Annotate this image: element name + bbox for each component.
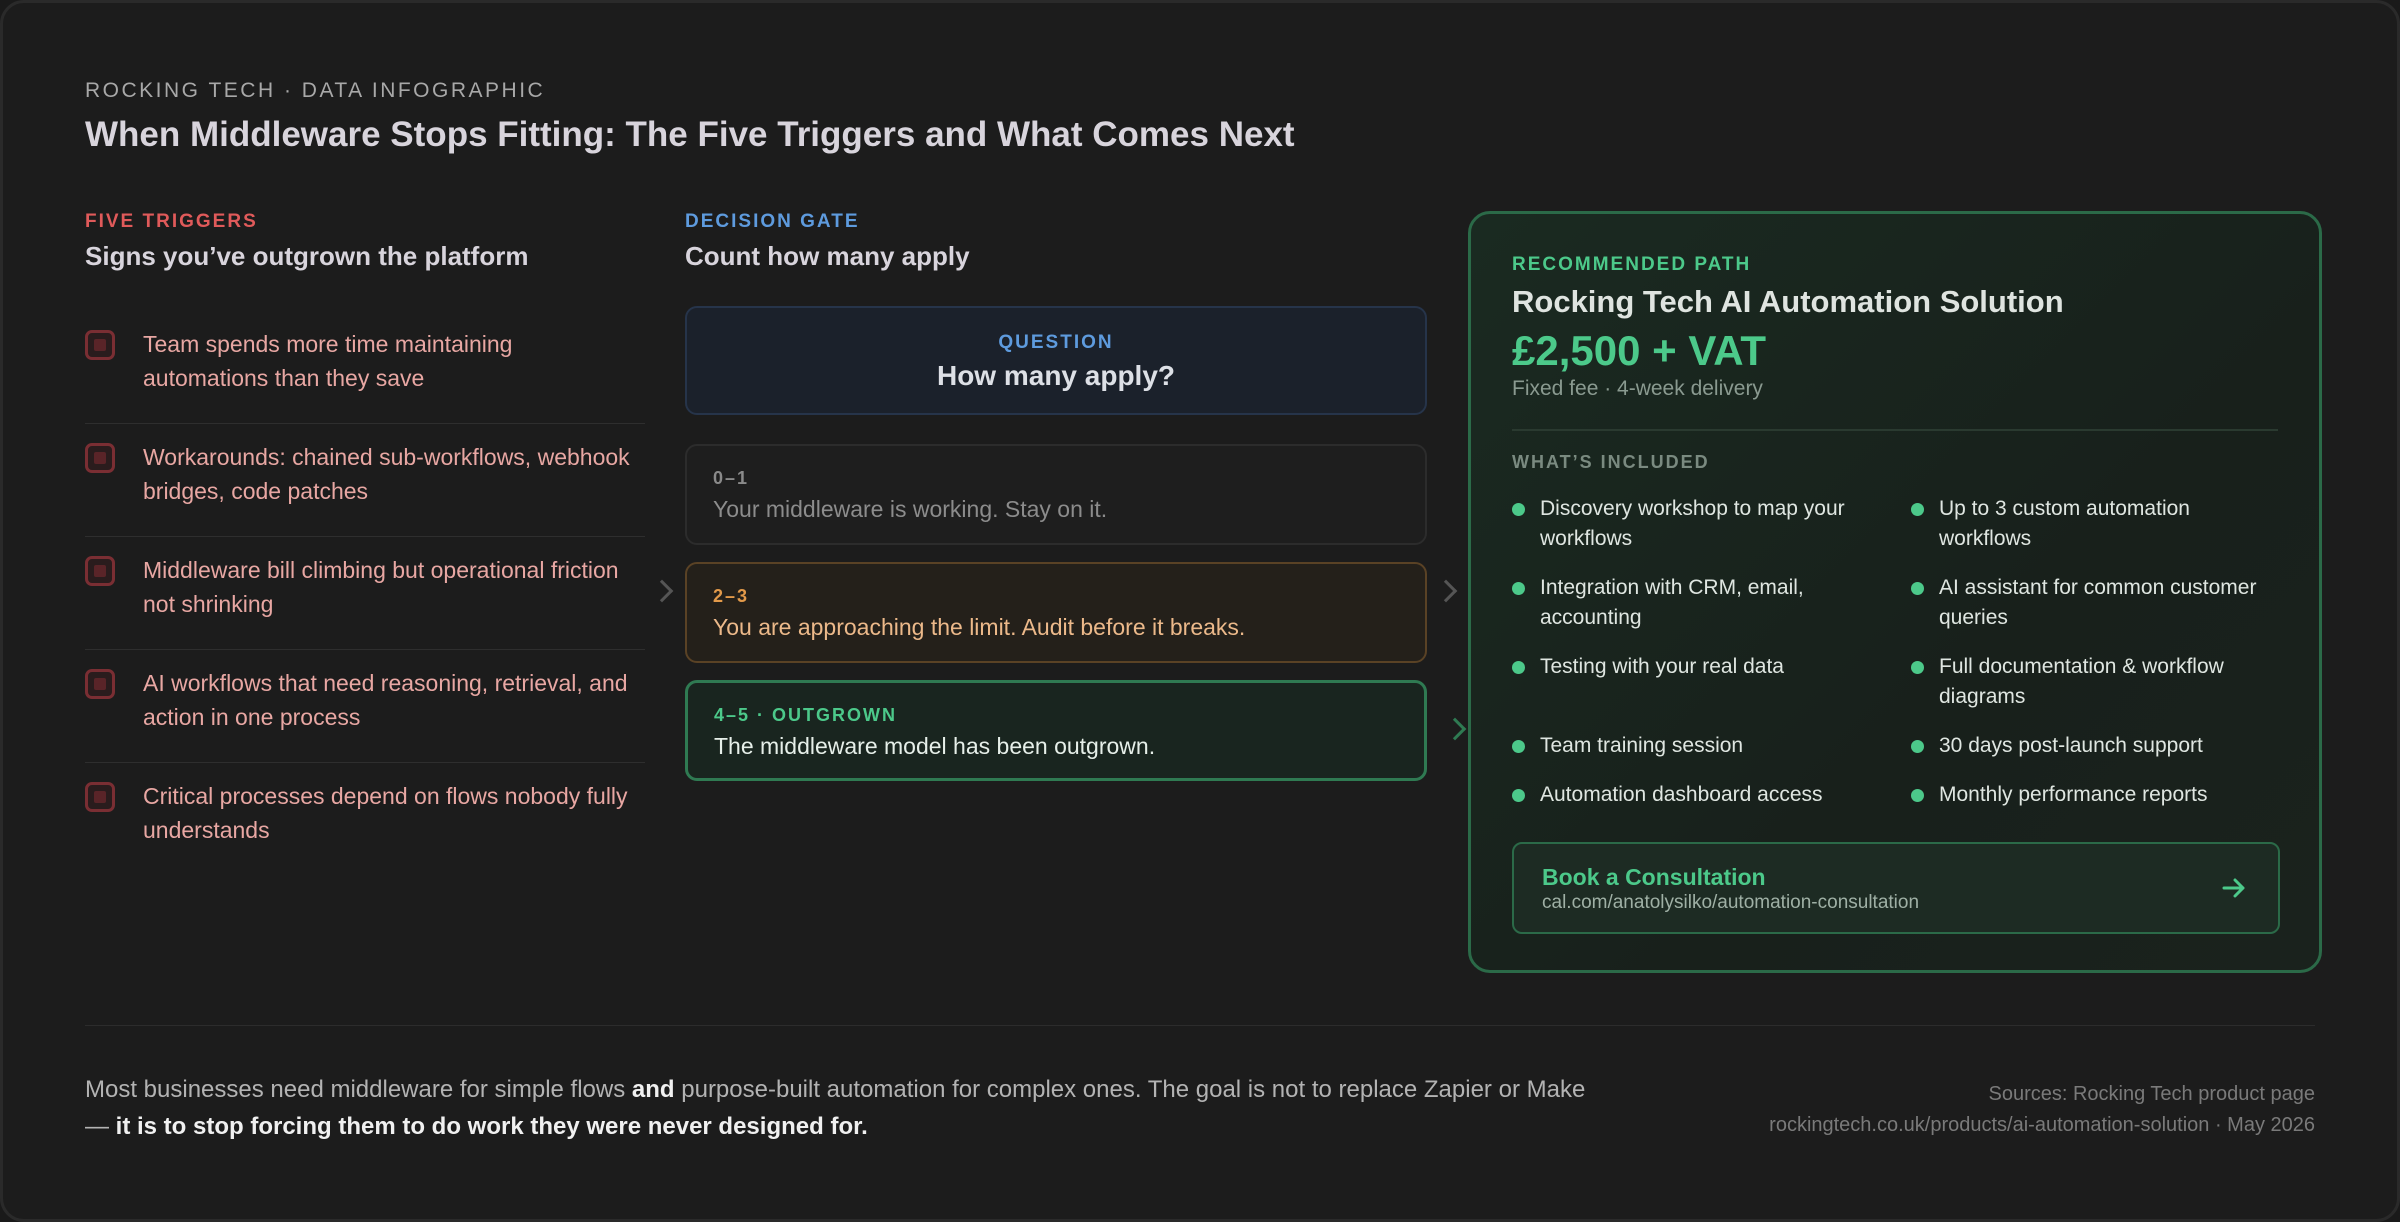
included-item: AI assistant for common customer queries xyxy=(1911,573,2271,633)
gate-subtitle: Count how many apply xyxy=(685,241,970,271)
trigger-item[interactable]: Middleware bill climbing but operational… xyxy=(85,537,645,650)
included-label: WHAT’S INCLUDED xyxy=(1512,452,1710,472)
eyebrow: ROCKING TECH · DATA INFOGRAPHIC xyxy=(85,79,546,102)
bullet-dot-icon xyxy=(1911,740,1924,753)
included-item: Full documentation & workflow diagrams xyxy=(1911,652,2271,712)
triggers-subtitle: Signs you’ve outgrown the platform xyxy=(85,241,529,271)
outcome-range: 2–3 xyxy=(713,586,750,606)
included-item: Integration with CRM, email, accounting xyxy=(1512,573,1872,633)
price-terms: Fixed fee · 4-week delivery xyxy=(1512,377,1763,400)
included-item: Automation dashboard access xyxy=(1512,780,1872,810)
question-label: QUESTION xyxy=(998,332,1114,353)
outcome-range: 4–5 · OUTGROWN xyxy=(714,705,898,725)
chevron-right-icon xyxy=(1434,579,1458,603)
price: £2,500 + VAT xyxy=(1512,327,1767,374)
bullet-dot-icon xyxy=(1911,582,1924,595)
bullet-dot-icon xyxy=(1911,503,1924,516)
trigger-item[interactable]: Critical processes depend on flows nobod… xyxy=(85,763,645,876)
arrow-right-icon xyxy=(2222,878,2245,898)
question-text: How many apply? xyxy=(936,360,1176,391)
checkbox[interactable] xyxy=(85,443,115,473)
bullet-dot-icon xyxy=(1512,740,1525,753)
included-item: Testing with your real data xyxy=(1512,652,1872,682)
outcome-high: 4–5 · OUTGROWN The middleware model has … xyxy=(685,680,1427,781)
trigger-text: AI workflows that need reasoning, retrie… xyxy=(143,670,628,730)
chevron-right-icon xyxy=(1443,717,1467,741)
sources: Sources: Rocking Tech product page rocki… xyxy=(1615,1079,2315,1141)
trigger-list: Team spends more time maintaining automa… xyxy=(85,311,645,876)
footer-summary: Most businesses need middleware for simp… xyxy=(85,1076,1586,1140)
checkbox[interactable] xyxy=(85,782,115,812)
chevron-right-icon xyxy=(650,579,674,603)
infographic-frame: ROCKING TECH · DATA INFOGRAPHIC When Mid… xyxy=(0,0,2400,1222)
cta-url[interactable]: cal.com/anatolysilko/automation-consulta… xyxy=(1542,892,1919,914)
book-consultation-button[interactable]: Book a Consultation cal.com/anatolysilko… xyxy=(1512,842,2280,934)
bullet-dot-icon xyxy=(1512,503,1525,516)
product-title: Rocking Tech AI Automation Solution xyxy=(1512,284,2064,319)
included-item: Monthly performance reports xyxy=(1911,780,2271,810)
footer-divider xyxy=(85,1025,2315,1026)
trigger-text: Workarounds: chained sub-workflows, webh… xyxy=(143,444,630,504)
outcome-text: The middleware model has been outgrown. xyxy=(714,733,1156,759)
included-item: Discovery workshop to map your workflows xyxy=(1512,494,1872,554)
bullet-dot-icon xyxy=(1512,582,1525,595)
sources-line[interactable]: rockingtech.co.uk/products/ai-automation… xyxy=(1615,1110,2315,1141)
included-item: Up to 3 custom automation workflows xyxy=(1911,494,2271,554)
trigger-text: Critical processes depend on flows nobod… xyxy=(143,783,628,843)
included-item: Team training session xyxy=(1512,731,1872,761)
triggers-label: FIVE TRIGGERS xyxy=(85,211,258,232)
bullet-dot-icon xyxy=(1911,789,1924,802)
checkbox[interactable] xyxy=(85,669,115,699)
page-title: When Middleware Stops Fitting: The Five … xyxy=(85,115,1295,154)
included-item: 30 days post-launch support xyxy=(1911,731,2271,761)
checkbox[interactable] xyxy=(85,330,115,360)
bullet-dot-icon xyxy=(1512,661,1525,674)
gate-label: DECISION GATE xyxy=(685,211,860,232)
trigger-item[interactable]: Team spends more time maintaining automa… xyxy=(85,311,645,424)
outcome-low: 0–1 Your middleware is working. Stay on … xyxy=(685,444,1427,545)
trigger-text: Team spends more time maintaining automa… xyxy=(143,331,513,391)
outcome-range: 0–1 xyxy=(713,468,750,488)
outcome-text: You are approaching the limit. Audit bef… xyxy=(713,614,1246,640)
trigger-item[interactable]: AI workflows that need reasoning, retrie… xyxy=(85,650,645,763)
trigger-text: Middleware bill climbing but operational… xyxy=(143,557,619,617)
outcome-text: Your middleware is working. Stay on it. xyxy=(713,496,1108,522)
divider xyxy=(1512,429,2278,431)
trigger-item[interactable]: Workarounds: chained sub-workflows, webh… xyxy=(85,424,645,537)
outcome-mid: 2–3 You are approaching the limit. Audit… xyxy=(685,562,1427,663)
recommended-label: RECOMMENDED PATH xyxy=(1512,254,1752,275)
sources-line: Sources: Rocking Tech product page xyxy=(1988,1083,2316,1105)
cta-title: Book a Consultation xyxy=(1542,864,1766,890)
recommended-card: RECOMMENDED PATH Rocking Tech AI Automat… xyxy=(1468,211,2322,973)
bullet-dot-icon xyxy=(1512,789,1525,802)
bullet-dot-icon xyxy=(1911,661,1924,674)
checkbox[interactable] xyxy=(85,556,115,586)
question-box: QUESTION How many apply? xyxy=(685,306,1427,415)
